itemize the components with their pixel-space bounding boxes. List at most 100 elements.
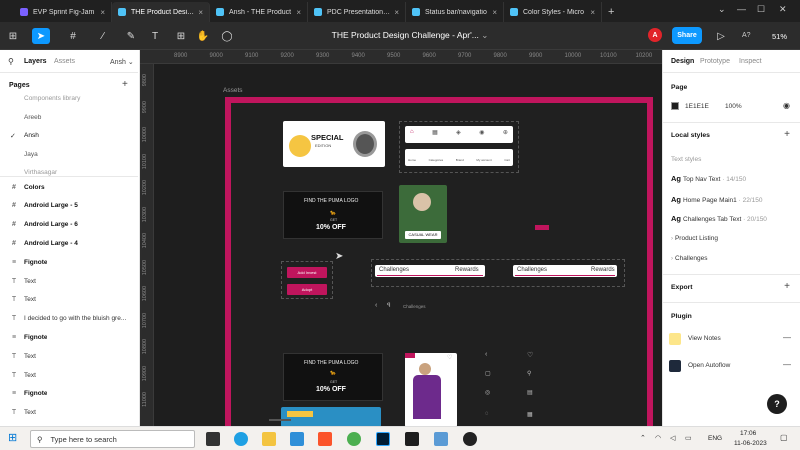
font-check-label[interactable]: A? [742, 32, 751, 39]
brave-icon[interactable] [318, 432, 332, 446]
tab-design[interactable]: Design [671, 58, 694, 65]
page-item[interactable]: Jaya [24, 151, 38, 158]
layer-row[interactable]: ≡ Fignote [0, 328, 139, 346]
layer-row[interactable]: ≡ Fignote [0, 253, 139, 271]
puma-banner-2[interactable]: FIND THE PUMA LOGO 🐆 GET 10% OFF [283, 353, 383, 401]
chrome-icon[interactable] [347, 432, 361, 446]
layer-row[interactable]: T Text [0, 404, 139, 422]
tab-inspect[interactable]: Inspect [739, 58, 762, 65]
maximize-icon[interactable]: ☐ [757, 4, 765, 15]
taskbar-search-box[interactable]: ⚲ Type here to search [30, 430, 195, 448]
tab-layers[interactable]: Layers [24, 58, 47, 65]
task-view-icon[interactable] [206, 432, 220, 446]
challenges-tab[interactable]: Challenges [379, 267, 409, 273]
layer-row[interactable]: T Text [0, 347, 139, 365]
close-tab-icon[interactable]: × [590, 8, 595, 17]
page-item[interactable]: Components library [24, 95, 80, 102]
photoshop-icon[interactable] [376, 432, 390, 446]
page-item-active[interactable]: Ansh [24, 132, 39, 139]
text-style-item[interactable]: Ag Home Page Main1 · 22/150 [671, 195, 762, 204]
present-icon[interactable]: ▷ [712, 28, 730, 44]
layer-row[interactable]: # Android Large - 6 [0, 216, 139, 234]
bottom-nav-card-labels[interactable]: Home Categories Brand My account Cart [405, 149, 513, 166]
layer-row[interactable]: # Colors [0, 178, 139, 196]
browser-tab[interactable]: EVP Sprint Fig-Jam × [14, 2, 112, 22]
page-owner[interactable]: Ansh ⌄ [110, 58, 134, 66]
obs-icon[interactable] [463, 432, 477, 446]
eye-icon[interactable]: ◉ [783, 101, 790, 110]
challenges-tab[interactable]: Challenges [517, 267, 547, 273]
windows-start-icon[interactable]: ⊞ [8, 431, 17, 444]
style-group-challenges[interactable]: › Challenges [671, 255, 707, 262]
minimize-icon[interactable]: — [737, 4, 746, 14]
resources-icon[interactable]: ⊞ [172, 28, 190, 44]
close-tab-icon[interactable]: × [198, 8, 203, 17]
comment-tool-icon[interactable]: ◯ [218, 28, 236, 44]
browser-tab[interactable]: PDC Presentation Ex × [308, 2, 406, 22]
mail-icon[interactable] [290, 432, 304, 446]
close-tab-icon[interactable]: × [296, 8, 301, 17]
wifi-icon[interactable]: ◠ [655, 434, 661, 442]
add-export-icon[interactable]: + [784, 281, 790, 292]
search-icon[interactable]: ⚲ [8, 57, 14, 66]
page-item[interactable]: Areeb [24, 114, 41, 121]
move-tool-icon[interactable]: ➤ [32, 28, 50, 44]
casual-wear-card[interactable]: CASUAL WEAR [399, 185, 447, 243]
special-edition-banner[interactable]: SPECIAL EDITION [283, 121, 385, 167]
heart-icon[interactable]: ♡ [447, 354, 452, 361]
product-card[interactable]: ♡ [405, 353, 457, 426]
layer-row[interactable]: # Android Large - 5 [0, 197, 139, 215]
page-opacity[interactable]: 100% [725, 103, 742, 110]
adopt-button[interactable]: Adopt [287, 284, 327, 295]
language-indicator[interactable]: ENG [708, 435, 722, 442]
user-avatar[interactable]: A [648, 28, 662, 42]
challenges-tab-bar[interactable]: Challenges Rewards [375, 265, 485, 277]
browser-tab[interactable]: Status bar/navigatio × [406, 2, 504, 22]
layer-row[interactable]: T I decided to go with the bluish gre... [0, 310, 139, 328]
page-item[interactable]: Virthasagar [24, 169, 57, 176]
plugin-open-autoflow[interactable]: Open Autoflow [688, 362, 730, 369]
style-group-product-listing[interactable]: › Product Listing [671, 235, 718, 242]
challenges-tab-bar-2[interactable]: Challenges Rewards [513, 265, 617, 277]
file-explorer-icon[interactable] [262, 432, 276, 446]
document-title[interactable]: THE Product Design Challenge - Apr'... ⌄ [320, 30, 500, 41]
rewards-tab[interactable]: Rewards [591, 267, 615, 273]
close-tab-icon[interactable]: × [492, 8, 497, 17]
hand-tool-icon[interactable]: ✋ [194, 28, 212, 44]
layer-row[interactable]: # Android Large - 4 [0, 234, 139, 252]
frame-tool-icon[interactable]: # [64, 28, 82, 44]
challenge-banner[interactable] [281, 407, 381, 426]
volume-icon[interactable]: ◁ [670, 434, 675, 442]
browser-tab[interactable]: Ansh - THE Product × [210, 2, 308, 22]
tray-chevron-icon[interactable]: ⌃ [640, 434, 646, 442]
text-style-item[interactable]: Ag Challenges Tab Text · 20/150 [671, 214, 767, 223]
close-tab-icon[interactable]: × [394, 8, 399, 17]
layer-row[interactable]: T Text [0, 272, 139, 290]
notifications-icon[interactable]: ▢ [780, 433, 788, 442]
battery-icon[interactable]: ▭ [685, 434, 692, 442]
clock-date[interactable]: 11-06-2023 [734, 440, 767, 447]
share-button[interactable]: Share [672, 27, 702, 44]
add-page-icon[interactable]: + [122, 79, 128, 90]
remove-plugin-icon[interactable]: — [783, 360, 791, 369]
page-color-hex[interactable]: 1E1E1E [685, 103, 709, 110]
design-canvas[interactable]: Assets SPECIAL EDITION ⌂ ▦ ◈ ◉ ⊕ Home Ca… [155, 65, 662, 426]
main-menu-icon[interactable]: ⊞ [4, 28, 22, 44]
browser-tab[interactable]: Color Styles - Micro × [504, 2, 602, 22]
clock-time[interactable]: 17:06 [740, 430, 756, 437]
edge-icon[interactable] [234, 432, 248, 446]
bottom-nav-card[interactable]: ⌂ ▦ ◈ ◉ ⊕ [405, 126, 513, 143]
frame-label-assets[interactable]: Assets [223, 87, 243, 94]
add-style-icon[interactable]: + [784, 129, 790, 140]
zoom-level[interactable]: 51% [772, 32, 787, 41]
page-color-swatch[interactable] [671, 102, 679, 110]
rewards-tab[interactable]: Rewards [455, 267, 479, 273]
text-tool-icon[interactable]: T [146, 28, 164, 44]
layer-row[interactable]: ≡ Fignote [0, 385, 139, 403]
shape-tool-icon[interactable]: ✎ [122, 28, 140, 44]
tab-assets[interactable]: Assets [54, 58, 75, 65]
add-invest-button[interactable]: Add Invest [287, 267, 327, 278]
close-tab-icon[interactable]: × [100, 8, 105, 17]
photos-icon[interactable] [434, 432, 448, 446]
browser-tab-active[interactable]: THE Product Design × [112, 2, 210, 22]
